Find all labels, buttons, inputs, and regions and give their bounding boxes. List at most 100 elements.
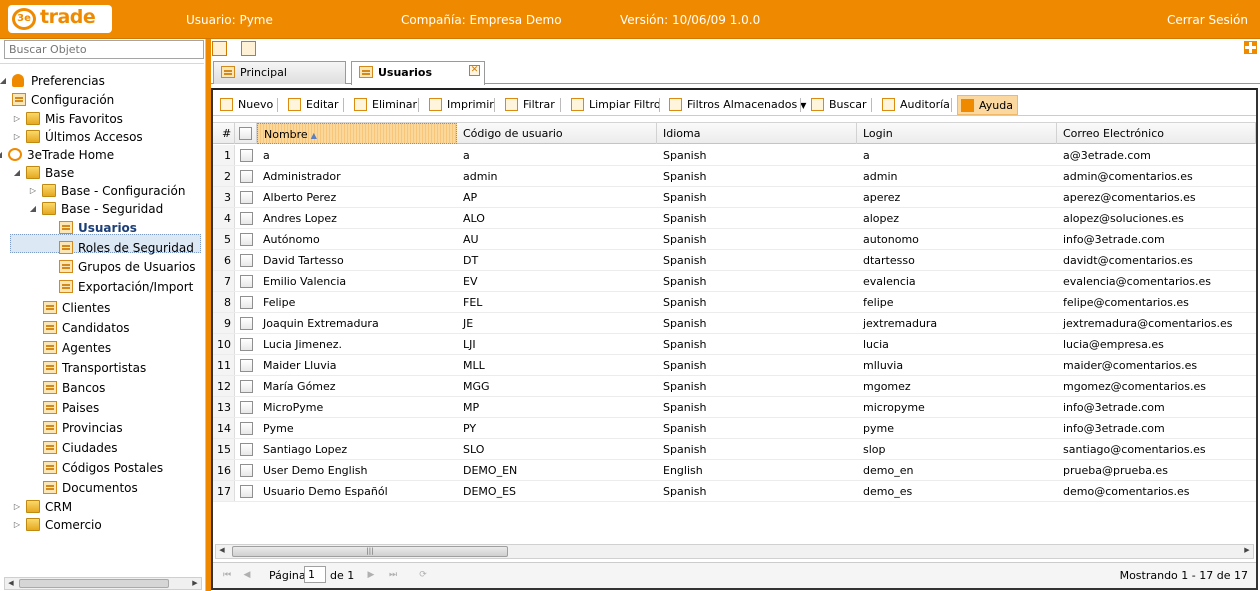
select-all-checkbox-cell[interactable] bbox=[235, 123, 257, 144]
tree-node-roles-de-seguridad[interactable]: Roles de Seguridad bbox=[45, 239, 204, 257]
tree-node-candidatos[interactable]: Candidatos bbox=[29, 319, 204, 337]
collapse-arrow-icon[interactable]: ◢ bbox=[0, 72, 8, 90]
table-row[interactable]: 13 MicroPyme MP Spanish micropyme info@3etrad… bbox=[213, 397, 1256, 418]
table-row[interactable]: 6 David Tartesso DT Spanish dtartesso davidt@… bbox=[213, 250, 1256, 271]
tree-node-base-seguridad[interactable]: ◢ Base - Seguridad bbox=[28, 200, 204, 218]
tree-node-base-configuración[interactable]: ▷ Base - Configuración bbox=[28, 182, 204, 200]
tree-node-paises[interactable]: Paises bbox=[29, 399, 204, 417]
expand-arrow-icon[interactable]: ▷ bbox=[28, 182, 38, 200]
table-row[interactable]: 17 Usuario Demo Españól DEMO_ES Spanish demo… bbox=[213, 481, 1256, 502]
tree-node-clientes[interactable]: Clientes bbox=[29, 299, 204, 317]
tree-node-crm[interactable]: ▷ CRM bbox=[12, 498, 204, 516]
row-checkbox[interactable] bbox=[240, 233, 253, 246]
tree-node-grupos-de-usuarios[interactable]: Grupos de Usuarios bbox=[45, 258, 204, 276]
table-row[interactable]: 16 User Demo English DEMO_EN English demo_en… bbox=[213, 460, 1256, 481]
tree-node-ciudades[interactable]: Ciudades bbox=[29, 439, 204, 457]
edit-button[interactable]: Editar bbox=[285, 95, 339, 115]
table-row[interactable]: 9 Joaquin Extremadura JE Spanish jextremadur… bbox=[213, 313, 1256, 334]
column-header-email[interactable]: Correo Electrónico bbox=[1057, 123, 1256, 144]
column-header-login[interactable]: Login bbox=[857, 123, 1057, 144]
new-button[interactable]: Nuevo bbox=[217, 95, 273, 115]
row-checkbox[interactable] bbox=[240, 170, 253, 183]
previous-page-icon[interactable]: ◀ bbox=[241, 569, 253, 581]
table-row[interactable]: 14 Pyme PY Spanish pyme info@3etrade.com bbox=[213, 418, 1256, 439]
expand-arrow-icon[interactable]: ▷ bbox=[12, 498, 22, 516]
table-row[interactable]: 8 Felipe FEL Spanish felipe felipe@comentario… bbox=[213, 292, 1256, 313]
tree-node-exportación-import[interactable]: Exportación/Import bbox=[45, 278, 204, 296]
next-page-icon[interactable]: ▶ bbox=[365, 569, 377, 581]
collapse-arrow-icon[interactable]: ◢ bbox=[0, 146, 4, 164]
column-header-nombre[interactable]: Nombre ▲ bbox=[257, 123, 457, 144]
refresh-icon[interactable]: ⟳ bbox=[417, 569, 429, 581]
column-header-idioma[interactable]: Idioma bbox=[657, 123, 857, 144]
help-button[interactable]: Ayuda bbox=[957, 95, 1018, 115]
scroll-right-icon[interactable]: ▶ bbox=[1241, 545, 1253, 556]
page-number-input[interactable]: 1 bbox=[304, 566, 326, 583]
table-row[interactable]: 1 a a Spanish a a@3etrade.com bbox=[213, 145, 1256, 166]
scroll-left-icon[interactable]: ◀ bbox=[216, 545, 228, 556]
print-button[interactable]: Imprimir bbox=[426, 95, 494, 115]
row-checkbox[interactable] bbox=[240, 359, 253, 372]
row-checkbox[interactable] bbox=[240, 338, 253, 351]
table-row[interactable]: 4 Andres Lopez ALO Spanish alopez alopez@solu… bbox=[213, 208, 1256, 229]
tree-node-transportistas[interactable]: Transportistas bbox=[29, 359, 204, 377]
tree-node-3etrade-home[interactable]: ◢ 3eTrade Home bbox=[0, 146, 204, 164]
row-checkbox[interactable] bbox=[240, 254, 253, 267]
tab-usuarios[interactable]: Usuarios ✕ bbox=[351, 61, 485, 85]
row-checkbox[interactable] bbox=[240, 296, 253, 309]
tree-node-provincias[interactable]: Provincias bbox=[29, 419, 204, 437]
table-row[interactable]: 2 Administrador admin Spanish admin admin@com… bbox=[213, 166, 1256, 187]
row-checkbox[interactable] bbox=[240, 401, 253, 414]
row-checkbox[interactable] bbox=[240, 464, 253, 477]
grid-horizontal-scrollbar[interactable]: ◀ ||| ▶ bbox=[215, 544, 1254, 559]
delete-button[interactable]: Eliminar bbox=[351, 95, 417, 115]
logout-link[interactable]: Cerrar Sesión bbox=[1167, 13, 1248, 27]
row-checkbox[interactable] bbox=[240, 212, 253, 225]
table-row[interactable]: 15 Santiago Lopez SLO Spanish slop santiago@c… bbox=[213, 439, 1256, 460]
row-checkbox[interactable] bbox=[240, 149, 253, 162]
expand-arrow-icon[interactable]: ▷ bbox=[12, 110, 22, 128]
clear-filter-button[interactable]: Limpiar Filtro bbox=[568, 95, 661, 115]
scroll-left-icon[interactable]: ◀ bbox=[5, 578, 17, 589]
row-checkbox[interactable] bbox=[240, 380, 253, 393]
audit-button[interactable]: Auditoría bbox=[879, 95, 950, 115]
row-checkbox[interactable] bbox=[240, 317, 253, 330]
tree-node-agentes[interactable]: Agentes bbox=[29, 339, 204, 357]
tree-node-últimos-accesos[interactable]: ▷ Últimos Accesos bbox=[12, 128, 204, 146]
table-row[interactable]: 7 Emilio Valencia EV Spanish evalencia evalen… bbox=[213, 271, 1256, 292]
row-checkbox[interactable] bbox=[240, 443, 253, 456]
tree-list-icon[interactable] bbox=[241, 41, 256, 56]
filter-button[interactable]: Filtrar bbox=[502, 95, 555, 115]
close-icon[interactable]: ✕ bbox=[469, 65, 480, 76]
tree-node-códigos-postales[interactable]: Códigos Postales bbox=[29, 459, 204, 477]
last-page-icon[interactable]: ⏭ bbox=[387, 569, 399, 581]
expand-arrow-icon[interactable]: ▷ bbox=[12, 516, 22, 534]
tree-node-documentos[interactable]: Documentos bbox=[29, 479, 204, 497]
table-row[interactable]: 11 Maider Lluvia MLL Spanish mlluvia maider@c… bbox=[213, 355, 1256, 376]
select-all-checkbox[interactable] bbox=[239, 127, 252, 140]
tree-node-base[interactable]: ◢ Base bbox=[12, 164, 204, 182]
first-page-icon[interactable]: ⏮ bbox=[221, 569, 233, 581]
tab-principal[interactable]: Principal bbox=[213, 61, 346, 84]
object-search-input[interactable] bbox=[4, 40, 204, 59]
tree-node-configuración[interactable]: Configuración bbox=[0, 91, 204, 109]
scrollbar-thumb[interactable] bbox=[19, 579, 169, 588]
tree-node-usuarios[interactable]: Usuarios bbox=[45, 219, 204, 237]
scroll-right-icon[interactable]: ▶ bbox=[189, 578, 201, 589]
tree-node-mis-favoritos[interactable]: ▷ Mis Favoritos bbox=[12, 110, 204, 128]
tree-node-comercio[interactable]: ▷ Comercio bbox=[12, 516, 204, 534]
row-checkbox[interactable] bbox=[240, 275, 253, 288]
table-row[interactable]: 10 Lucia Jimenez. LJI Spanish lucia lucia@emp… bbox=[213, 334, 1256, 355]
tree-horizontal-scrollbar[interactable]: ◀ ▶ bbox=[4, 577, 202, 590]
expand-arrow-icon[interactable]: ▷ bbox=[12, 128, 22, 146]
table-row[interactable]: 3 Alberto Perez AP Spanish aperez aperez@come… bbox=[213, 187, 1256, 208]
table-row[interactable]: 5 Autónomo AU Spanish autonomo info@3etrade.c… bbox=[213, 229, 1256, 250]
collapse-arrow-icon[interactable]: ◢ bbox=[28, 200, 38, 218]
tree-expand-icon[interactable] bbox=[212, 41, 227, 56]
scrollbar-thumb[interactable]: ||| bbox=[232, 546, 508, 557]
row-checkbox[interactable] bbox=[240, 422, 253, 435]
column-header-codigo[interactable]: Código de usuario bbox=[457, 123, 657, 144]
collapse-arrow-icon[interactable]: ◢ bbox=[12, 164, 22, 182]
row-checkbox[interactable] bbox=[240, 191, 253, 204]
tree-node-preferencias[interactable]: ◢ Preferencias bbox=[0, 72, 204, 90]
